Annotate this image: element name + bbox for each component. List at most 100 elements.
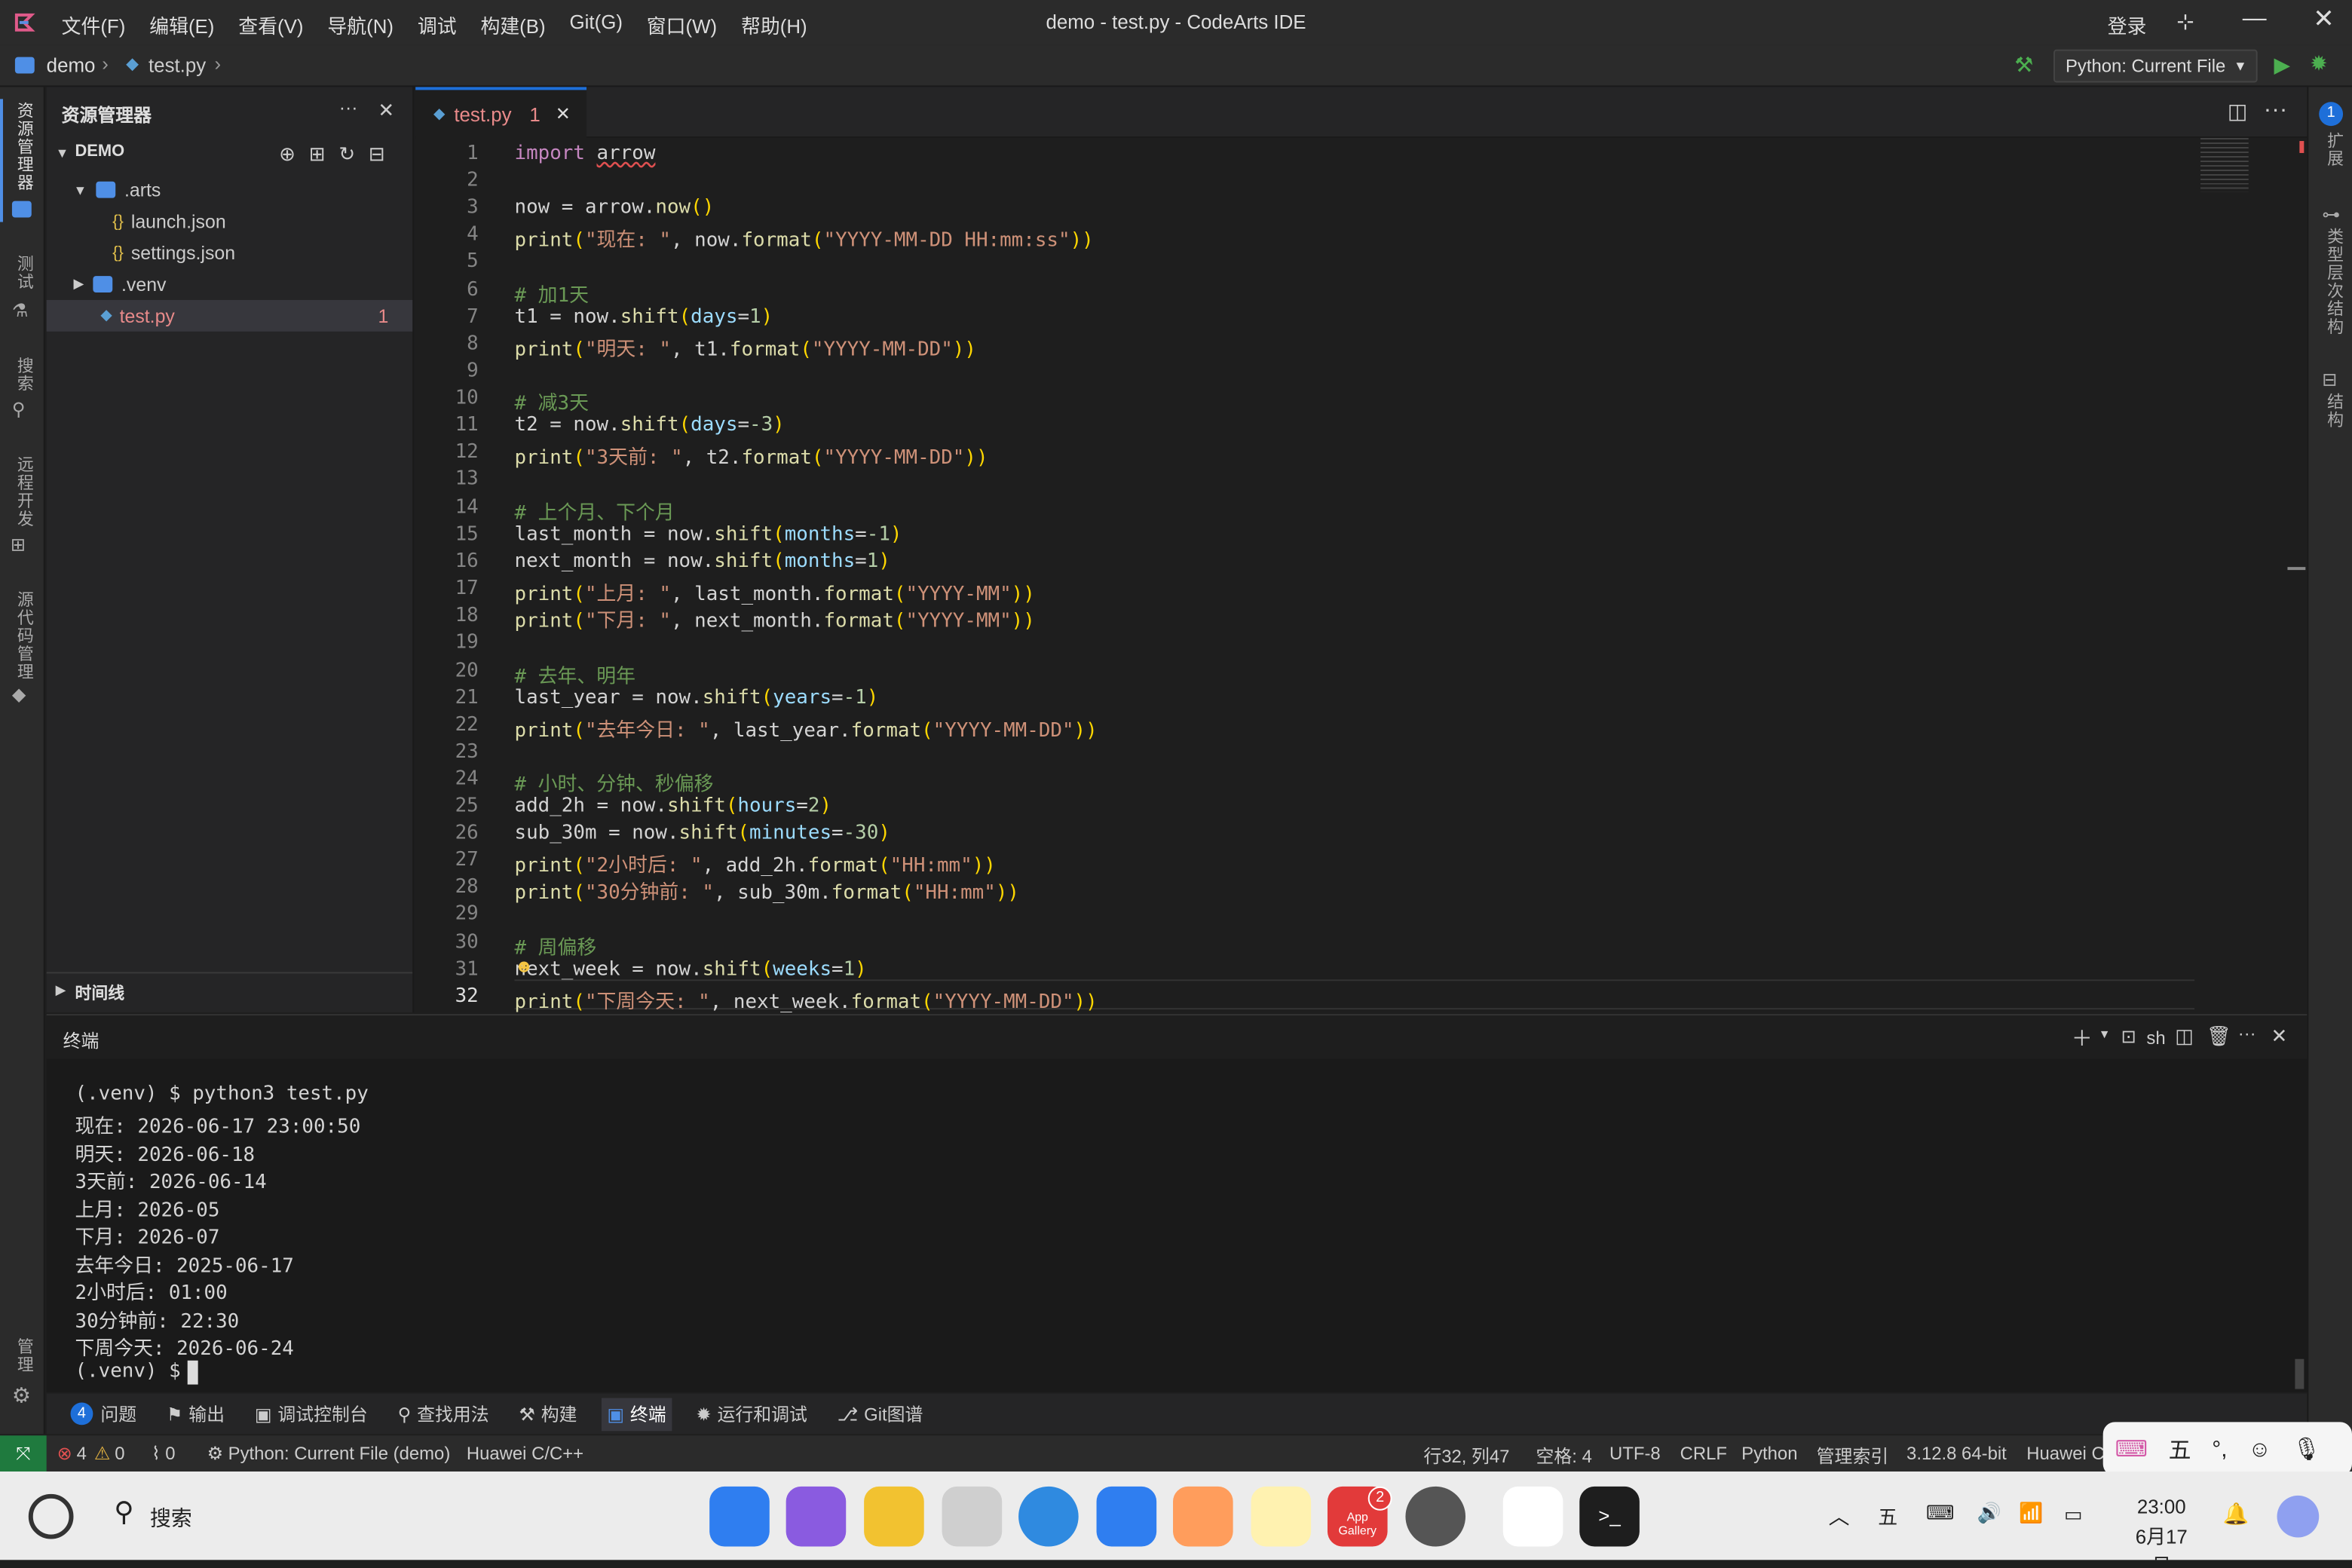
chevron-down-icon[interactable]: ▼ bbox=[2099, 1027, 2111, 1041]
search-icon[interactable]: ⚲ bbox=[114, 1497, 133, 1529]
run-config-select[interactable]: Python: Current File ▼ bbox=[2053, 49, 2258, 83]
assistant-icon[interactable] bbox=[2277, 1495, 2320, 1538]
terminal-app-icon[interactable]: >_ bbox=[1579, 1486, 1640, 1547]
refresh-icon[interactable]: ↻ bbox=[338, 142, 369, 165]
more-icon[interactable]: ··· bbox=[2264, 97, 2288, 124]
chevron-up-icon[interactable]: ︿ bbox=[1829, 1502, 1850, 1532]
split-editor-icon[interactable]: ◫ bbox=[2228, 99, 2247, 124]
tree-item-testpy[interactable]: ◆ test.py 1 bbox=[46, 299, 413, 332]
keyboard-icon[interactable]: ⌨ bbox=[2115, 1435, 2148, 1462]
tab-output[interactable]: ⚑ 输出 bbox=[161, 1397, 231, 1430]
debug-icon[interactable]: ✹ bbox=[2310, 51, 2327, 77]
menu-file[interactable]: 文件(F) bbox=[62, 11, 126, 39]
tab-build[interactable]: ⚒ 构建 bbox=[513, 1397, 583, 1430]
remote-status-icon[interactable]: ⤧ bbox=[0, 1435, 47, 1472]
menu-navigate[interactable]: 导航(N) bbox=[327, 11, 394, 39]
code-editor[interactable]: 1 2 3 4 5 6 7 8 9 10 11 12 13 14 15 16 17 18 19 20 21 22 23 24 2… bbox=[415, 138, 2308, 1013]
volume-icon[interactable]: 🔊 bbox=[1977, 1502, 2001, 1526]
activity-search[interactable]: 搜索 bbox=[12, 357, 36, 394]
clock-time[interactable]: 23:00 bbox=[2130, 1496, 2194, 1518]
gear-icon[interactable]: ⚙ bbox=[12, 1383, 31, 1409]
trash-icon[interactable]: 🗑 bbox=[2207, 1024, 2231, 1049]
terminal-output[interactable]: (.venv) $ python3 test.py 现在: 2026-06-17… bbox=[46, 1058, 2308, 1392]
language-status[interactable]: Python bbox=[1741, 1443, 1797, 1464]
battery-icon[interactable]: ▭ bbox=[2064, 1503, 2082, 1527]
codearts-icon[interactable] bbox=[1502, 1486, 1563, 1547]
menu-window[interactable]: 窗口(W) bbox=[647, 11, 717, 39]
new-file-icon[interactable]: ⊕ bbox=[279, 142, 309, 165]
breadcrumb-file[interactable]: test.py bbox=[149, 54, 206, 77]
more-icon[interactable]: ··· bbox=[339, 97, 358, 118]
search-icon[interactable]: ⚲ bbox=[12, 399, 26, 420]
start-icon[interactable] bbox=[28, 1493, 74, 1539]
menu-build[interactable]: 构建(B) bbox=[480, 11, 545, 39]
run-config-status[interactable]: ⚙ Python: Current File (demo) bbox=[207, 1443, 451, 1464]
ports-status[interactable]: ⌇ 0 bbox=[152, 1443, 176, 1464]
tab-problems[interactable]: 4 问题 bbox=[65, 1397, 143, 1430]
collapse-icon[interactable]: ⊟ bbox=[369, 142, 399, 165]
tab-debug-console[interactable]: ▣ 调试控制台 bbox=[249, 1397, 374, 1430]
wifi-icon[interactable]: 📶 bbox=[2019, 1502, 2043, 1526]
eol-status[interactable]: CRLF bbox=[1680, 1443, 1727, 1464]
cursor-position[interactable]: 行32, 列47 bbox=[1423, 1443, 1509, 1468]
minimize-icon[interactable]: — bbox=[2243, 6, 2267, 33]
ime-mode[interactable]: 五 bbox=[2169, 1433, 2191, 1465]
tree-item-venv[interactable]: ▶ .venv bbox=[47, 268, 413, 300]
cc-status[interactable]: Huawei C/C++ bbox=[467, 1443, 583, 1464]
tab-find-usages[interactable]: ⚲ 查找用法 bbox=[392, 1397, 495, 1430]
encoding-status[interactable]: UTF-8 bbox=[1609, 1443, 1661, 1464]
browser-icon[interactable] bbox=[1018, 1486, 1079, 1547]
right-structure[interactable]: 结构 bbox=[2322, 393, 2346, 429]
launcher-icon[interactable] bbox=[709, 1486, 770, 1547]
activity-remote[interactable]: 远程开发 bbox=[12, 456, 36, 528]
activity-manage[interactable]: 管理 bbox=[12, 1338, 36, 1374]
right-ext[interactable]: 扩展 bbox=[2322, 132, 2346, 168]
menu-help[interactable]: 帮助(H) bbox=[741, 11, 807, 39]
problems-status[interactable]: ⊗ 4 ⚠ 0 bbox=[57, 1443, 125, 1464]
python-version-status[interactable]: 3.12.8 64-bit bbox=[1906, 1443, 2007, 1464]
breadcrumb-folder[interactable]: demo bbox=[47, 54, 96, 77]
bell-icon[interactable]: 🔔 bbox=[2223, 1502, 2249, 1527]
trash-app-icon[interactable] bbox=[942, 1486, 1003, 1547]
menu-git[interactable]: Git(G) bbox=[570, 11, 623, 39]
keyboard-icon[interactable]: ⌨ bbox=[1926, 1502, 1954, 1526]
git-icon[interactable]: ◆ bbox=[12, 684, 26, 705]
hierarchy-icon[interactable]: ⊶ bbox=[2322, 204, 2340, 225]
chevron-down-icon[interactable]: ▼ bbox=[56, 145, 69, 161]
notes-icon[interactable] bbox=[1251, 1486, 1312, 1547]
flask-icon[interactable]: ⚗ bbox=[12, 300, 28, 321]
more-icon[interactable]: ··· bbox=[2238, 1023, 2256, 1044]
tree-root[interactable]: DEMO bbox=[75, 142, 124, 161]
tab-run-debug[interactable]: ✹ 运行和调试 bbox=[691, 1397, 813, 1430]
photos-icon[interactable] bbox=[1173, 1486, 1233, 1547]
new-folder-icon[interactable]: ⊞ bbox=[309, 142, 339, 165]
close-icon[interactable]: ✕ bbox=[378, 99, 394, 123]
tab-git-graph[interactable]: ⎇ Git图谱 bbox=[831, 1397, 929, 1430]
ime-punct[interactable]: °, bbox=[2212, 1436, 2227, 1462]
scrollbar[interactable] bbox=[2295, 1358, 2305, 1389]
close-icon[interactable]: ✕ bbox=[2313, 5, 2334, 35]
menu-edit[interactable]: 编辑(E) bbox=[149, 11, 214, 39]
remote-icon[interactable]: ⊞ bbox=[11, 534, 26, 555]
close-icon[interactable]: ✕ bbox=[2271, 1024, 2288, 1049]
clock-date[interactable]: 6月17日 bbox=[2130, 1521, 2194, 1560]
settings-icon[interactable] bbox=[1405, 1486, 1466, 1547]
minimap[interactable] bbox=[2200, 138, 2249, 192]
close-icon[interactable]: ✕ bbox=[556, 103, 571, 124]
indent-status[interactable]: 空格: 4 bbox=[1536, 1443, 1592, 1468]
right-hierarchy[interactable]: 类型层次结构 bbox=[2322, 228, 2346, 335]
index-status[interactable]: 管理索引 bbox=[1817, 1443, 1889, 1468]
tree-item-launch[interactable]: {} launch.json bbox=[47, 206, 413, 237]
trail-status[interactable]: Huawei C bbox=[2026, 1443, 2105, 1464]
build-hammer-icon[interactable]: ⚒ bbox=[2014, 53, 2033, 78]
split-terminal-icon[interactable]: ◫ bbox=[2175, 1024, 2193, 1049]
tree-item-arts[interactable]: ▼ .arts bbox=[47, 174, 413, 206]
menu-debug[interactable]: 调试 bbox=[418, 11, 457, 39]
login-button[interactable]: 登录 bbox=[2108, 11, 2147, 39]
layout-toggle-icon[interactable]: ⊹ bbox=[2176, 9, 2194, 35]
emoji-icon[interactable]: ☺ bbox=[2248, 1436, 2271, 1462]
explorer-icon[interactable] bbox=[11, 201, 32, 218]
taskbar-search-label[interactable]: 搜索 bbox=[150, 1503, 192, 1533]
menu-view[interactable]: 查看(V) bbox=[238, 11, 303, 39]
tab-terminal[interactable]: ▣ 终端 bbox=[601, 1397, 672, 1431]
